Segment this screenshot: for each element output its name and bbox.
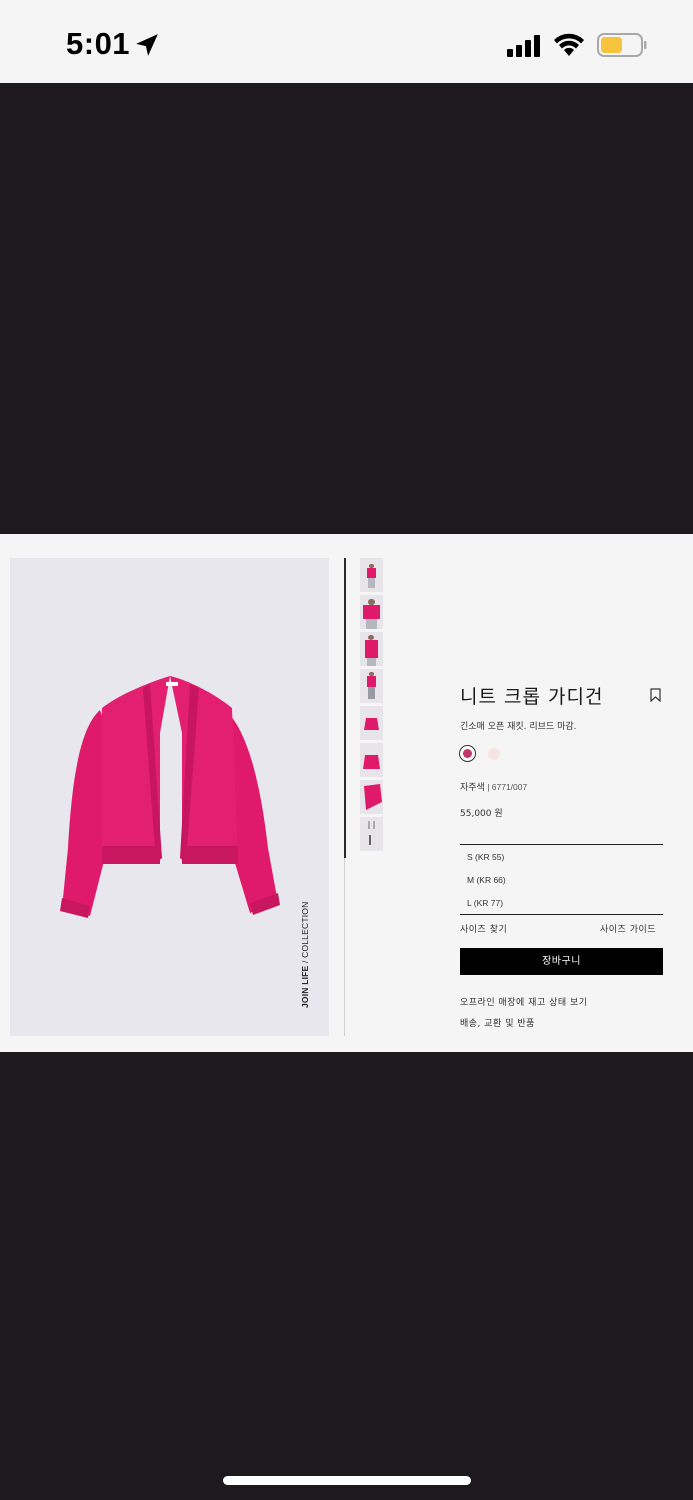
product-code: | 6771/007 [484, 782, 528, 792]
status-time: 5:01 [66, 26, 131, 61]
thumbnail[interactable] [360, 743, 383, 777]
product-main-image[interactable]: JOIN LIFE / COLLECTION [10, 558, 329, 1036]
home-indicator[interactable] [223, 1476, 471, 1485]
cellular-signal-icon [507, 35, 540, 57]
shipping-returns-link[interactable]: 배송, 교환 및 반품 [460, 1016, 535, 1029]
size-option-m[interactable]: M (KR 66) [467, 874, 506, 897]
join-life-label: JOIN LIFE / COLLECTION [300, 901, 310, 1008]
thumbnail[interactable] [360, 706, 383, 740]
product-description: 긴소매 오픈 재킷. 리브드 마감. [460, 722, 577, 732]
product-panel: JOIN LIFE / COLLECTION 니트 크롭 가디건 긴소매 오픈 … [0, 534, 693, 1052]
thumbnail[interactable] [360, 632, 383, 666]
thumbnail[interactable] [360, 817, 383, 851]
size-option-s[interactable]: S (KR 55) [467, 851, 506, 874]
bookmark-icon[interactable] [650, 688, 661, 702]
product-price: 55,000 원 [460, 809, 503, 819]
thumbnail[interactable] [360, 669, 383, 703]
color-name: 자주색 [460, 783, 485, 793]
video-backdrop-bottom [0, 1052, 693, 1500]
status-bar: 5:01 [0, 0, 693, 83]
size-divider-top [460, 844, 663, 845]
product-title: 니트 크롭 가디건 [460, 686, 604, 708]
size-option-l[interactable]: L (KR 77) [467, 897, 506, 920]
thumbnail[interactable] [360, 558, 383, 592]
video-backdrop-top [0, 83, 693, 534]
color-swatch-selected[interactable] [459, 745, 476, 762]
add-to-cart-button[interactable]: 장바구니 [460, 948, 663, 975]
thumbnail-strip [360, 558, 384, 854]
location-arrow-icon [136, 34, 158, 56]
thumbnail[interactable] [360, 595, 383, 629]
size-guide-link[interactable]: 사이즈 가이드 [600, 922, 656, 935]
size-divider-bottom [460, 914, 663, 915]
store-stock-link[interactable]: 오프라인 매장에 재고 상태 보기 [460, 995, 588, 1008]
thumbnail[interactable] [360, 780, 383, 814]
size-find-link[interactable]: 사이즈 찾기 [460, 922, 507, 935]
color-info: 자주색 | 6771/007 [460, 780, 527, 793]
image-scroll-indicator [344, 558, 346, 858]
cardigan-image [60, 676, 280, 918]
battery-icon [597, 33, 647, 57]
size-list: S (KR 55) M (KR 66) L (KR 77) [467, 851, 506, 920]
wifi-icon [554, 33, 584, 56]
color-swatch[interactable] [488, 748, 500, 760]
